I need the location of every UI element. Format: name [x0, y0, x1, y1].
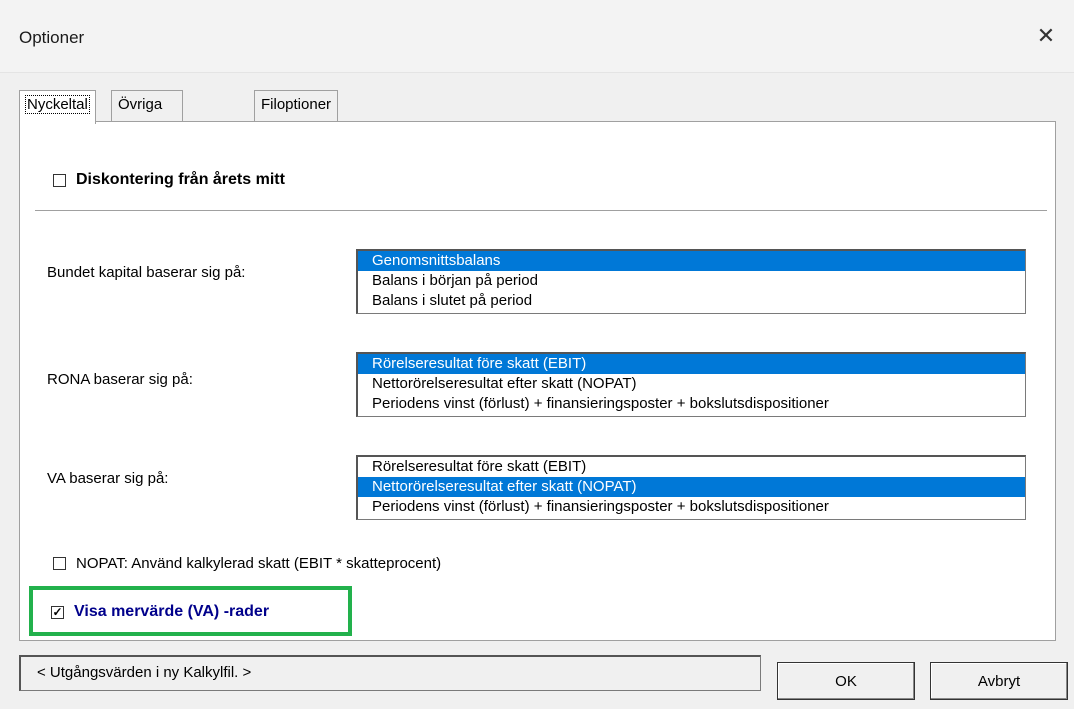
list-item[interactable]: Rörelseresultat före skatt (EBIT) [358, 354, 1025, 374]
show-va-rows-checkbox[interactable]: ✓ Visa mervärde (VA) -rader [51, 603, 269, 621]
bound-capital-listbox[interactable]: Genomsnittsbalans Balans i början på per… [356, 249, 1026, 314]
nopat-tax-checkbox[interactable]: NOPAT: Använd kalkylerad skatt (EBIT * s… [53, 555, 441, 572]
rona-label: RONA baserar sig på: [47, 371, 193, 388]
checkbox-box[interactable] [53, 173, 66, 187]
tab-filoptioner[interactable]: Filoptioner [254, 90, 339, 122]
checkbox-label: Visa mervärde (VA) -rader [74, 603, 270, 620]
checkbox-label: NOPAT: Använd kalkylerad skatt (EBIT * s… [76, 555, 442, 572]
cancel-button[interactable]: Avbryt [930, 662, 1068, 700]
list-item[interactable]: Rörelseresultat före skatt (EBIT) [358, 457, 1025, 477]
discount-mid-year-checkbox[interactable]: Diskontering från årets mitt [53, 171, 285, 189]
tab-label: Filoptioner [261, 96, 332, 113]
list-item[interactable]: Periodens vinst (förlust) + finansiering… [358, 394, 1025, 414]
va-listbox[interactable]: Rörelseresultat före skatt (EBIT) Nettor… [356, 455, 1026, 520]
tab-label: Nyckeltal [25, 95, 90, 114]
checkbox-box[interactable]: ✓ [51, 605, 64, 619]
defaults-button[interactable]: < Utgångsvärden i ny Kalkylfil. > [19, 655, 761, 691]
separator [35, 210, 1047, 212]
list-item[interactable]: Periodens vinst (förlust) + finansiering… [358, 497, 1025, 517]
list-item[interactable]: Nettorörelseresultat efter skatt (NOPAT) [358, 477, 1025, 497]
tab-panel-nyckeltal: Diskontering från årets mitt Bundet kapi… [19, 121, 1056, 641]
window-title: Optioner [19, 28, 85, 47]
tab-nyckeltal[interactable]: Nyckeltal [19, 90, 96, 124]
list-item[interactable]: Balans i slutet på period [358, 291, 1025, 311]
checkbox-label: Diskontering från årets mitt [76, 171, 285, 188]
checkbox-box[interactable] [53, 557, 66, 570]
list-item[interactable]: Genomsnittsbalans [358, 251, 1025, 271]
list-item[interactable]: Balans i början på period [358, 271, 1025, 291]
ok-button[interactable]: OK [777, 662, 915, 700]
rona-listbox[interactable]: Rörelseresultat före skatt (EBIT) Nettor… [356, 352, 1026, 417]
va-label: VA baserar sig på: [47, 470, 169, 487]
bound-capital-label: Bundet kapital baserar sig på: [47, 264, 246, 281]
list-item[interactable]: Nettorörelseresultat efter skatt (NOPAT) [358, 374, 1025, 394]
tab-ovriga-optioner[interactable]: Övriga Optioner [111, 90, 183, 141]
title-bar: Optioner ✕ [0, 0, 1074, 73]
close-icon[interactable]: ✕ [1024, 16, 1068, 56]
